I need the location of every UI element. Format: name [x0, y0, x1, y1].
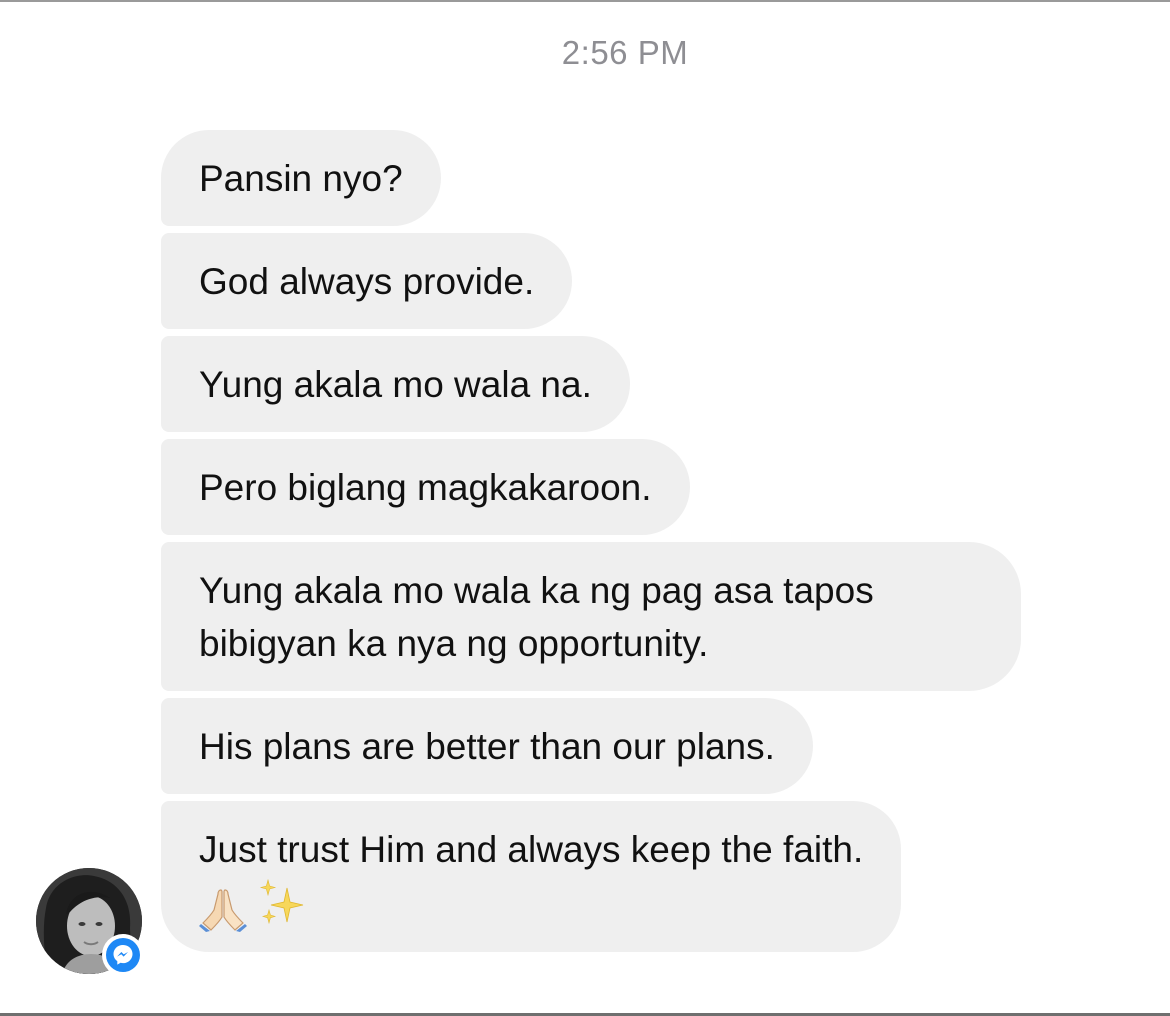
sparkles-emoji-icon — [259, 878, 304, 925]
folded-hands-emoji-icon — [199, 889, 247, 932]
message-text: Pansin nyo? — [199, 158, 403, 199]
message-group: Pansin nyo? God always provide. Yung aka… — [161, 130, 1041, 959]
message-text: Pero biglang magkakaroon. — [199, 467, 652, 508]
message-text: Yung akala mo wala na. — [199, 364, 592, 405]
message-text: Yung akala mo wala ka ng pag asa tapos b… — [199, 570, 874, 664]
message-bubble[interactable]: Pero biglang magkakaroon. — [161, 439, 690, 535]
message-bubble[interactable]: Just trust Him and always keep the faith… — [161, 801, 902, 952]
message-text: God always provide. — [199, 261, 535, 302]
message-bubble[interactable]: Pansin nyo? — [161, 130, 441, 226]
message-timestamp: 2:56 PM — [561, 34, 689, 71]
message-text: Just trust Him and always keep the faith… — [199, 829, 864, 870]
emoji-row — [199, 878, 863, 934]
message-text: His plans are better than our plans. — [199, 726, 775, 767]
message-bubble[interactable]: Yung akala mo wala ka ng pag asa tapos b… — [161, 542, 1021, 691]
message-bubble[interactable]: His plans are better than our plans. — [161, 698, 813, 794]
message-bubble[interactable]: God always provide. — [161, 233, 573, 329]
message-bubble[interactable]: Yung akala mo wala na. — [161, 336, 630, 432]
messenger-badge — [102, 934, 144, 976]
top-divider — [0, 0, 1170, 2]
messenger-icon — [113, 945, 133, 965]
